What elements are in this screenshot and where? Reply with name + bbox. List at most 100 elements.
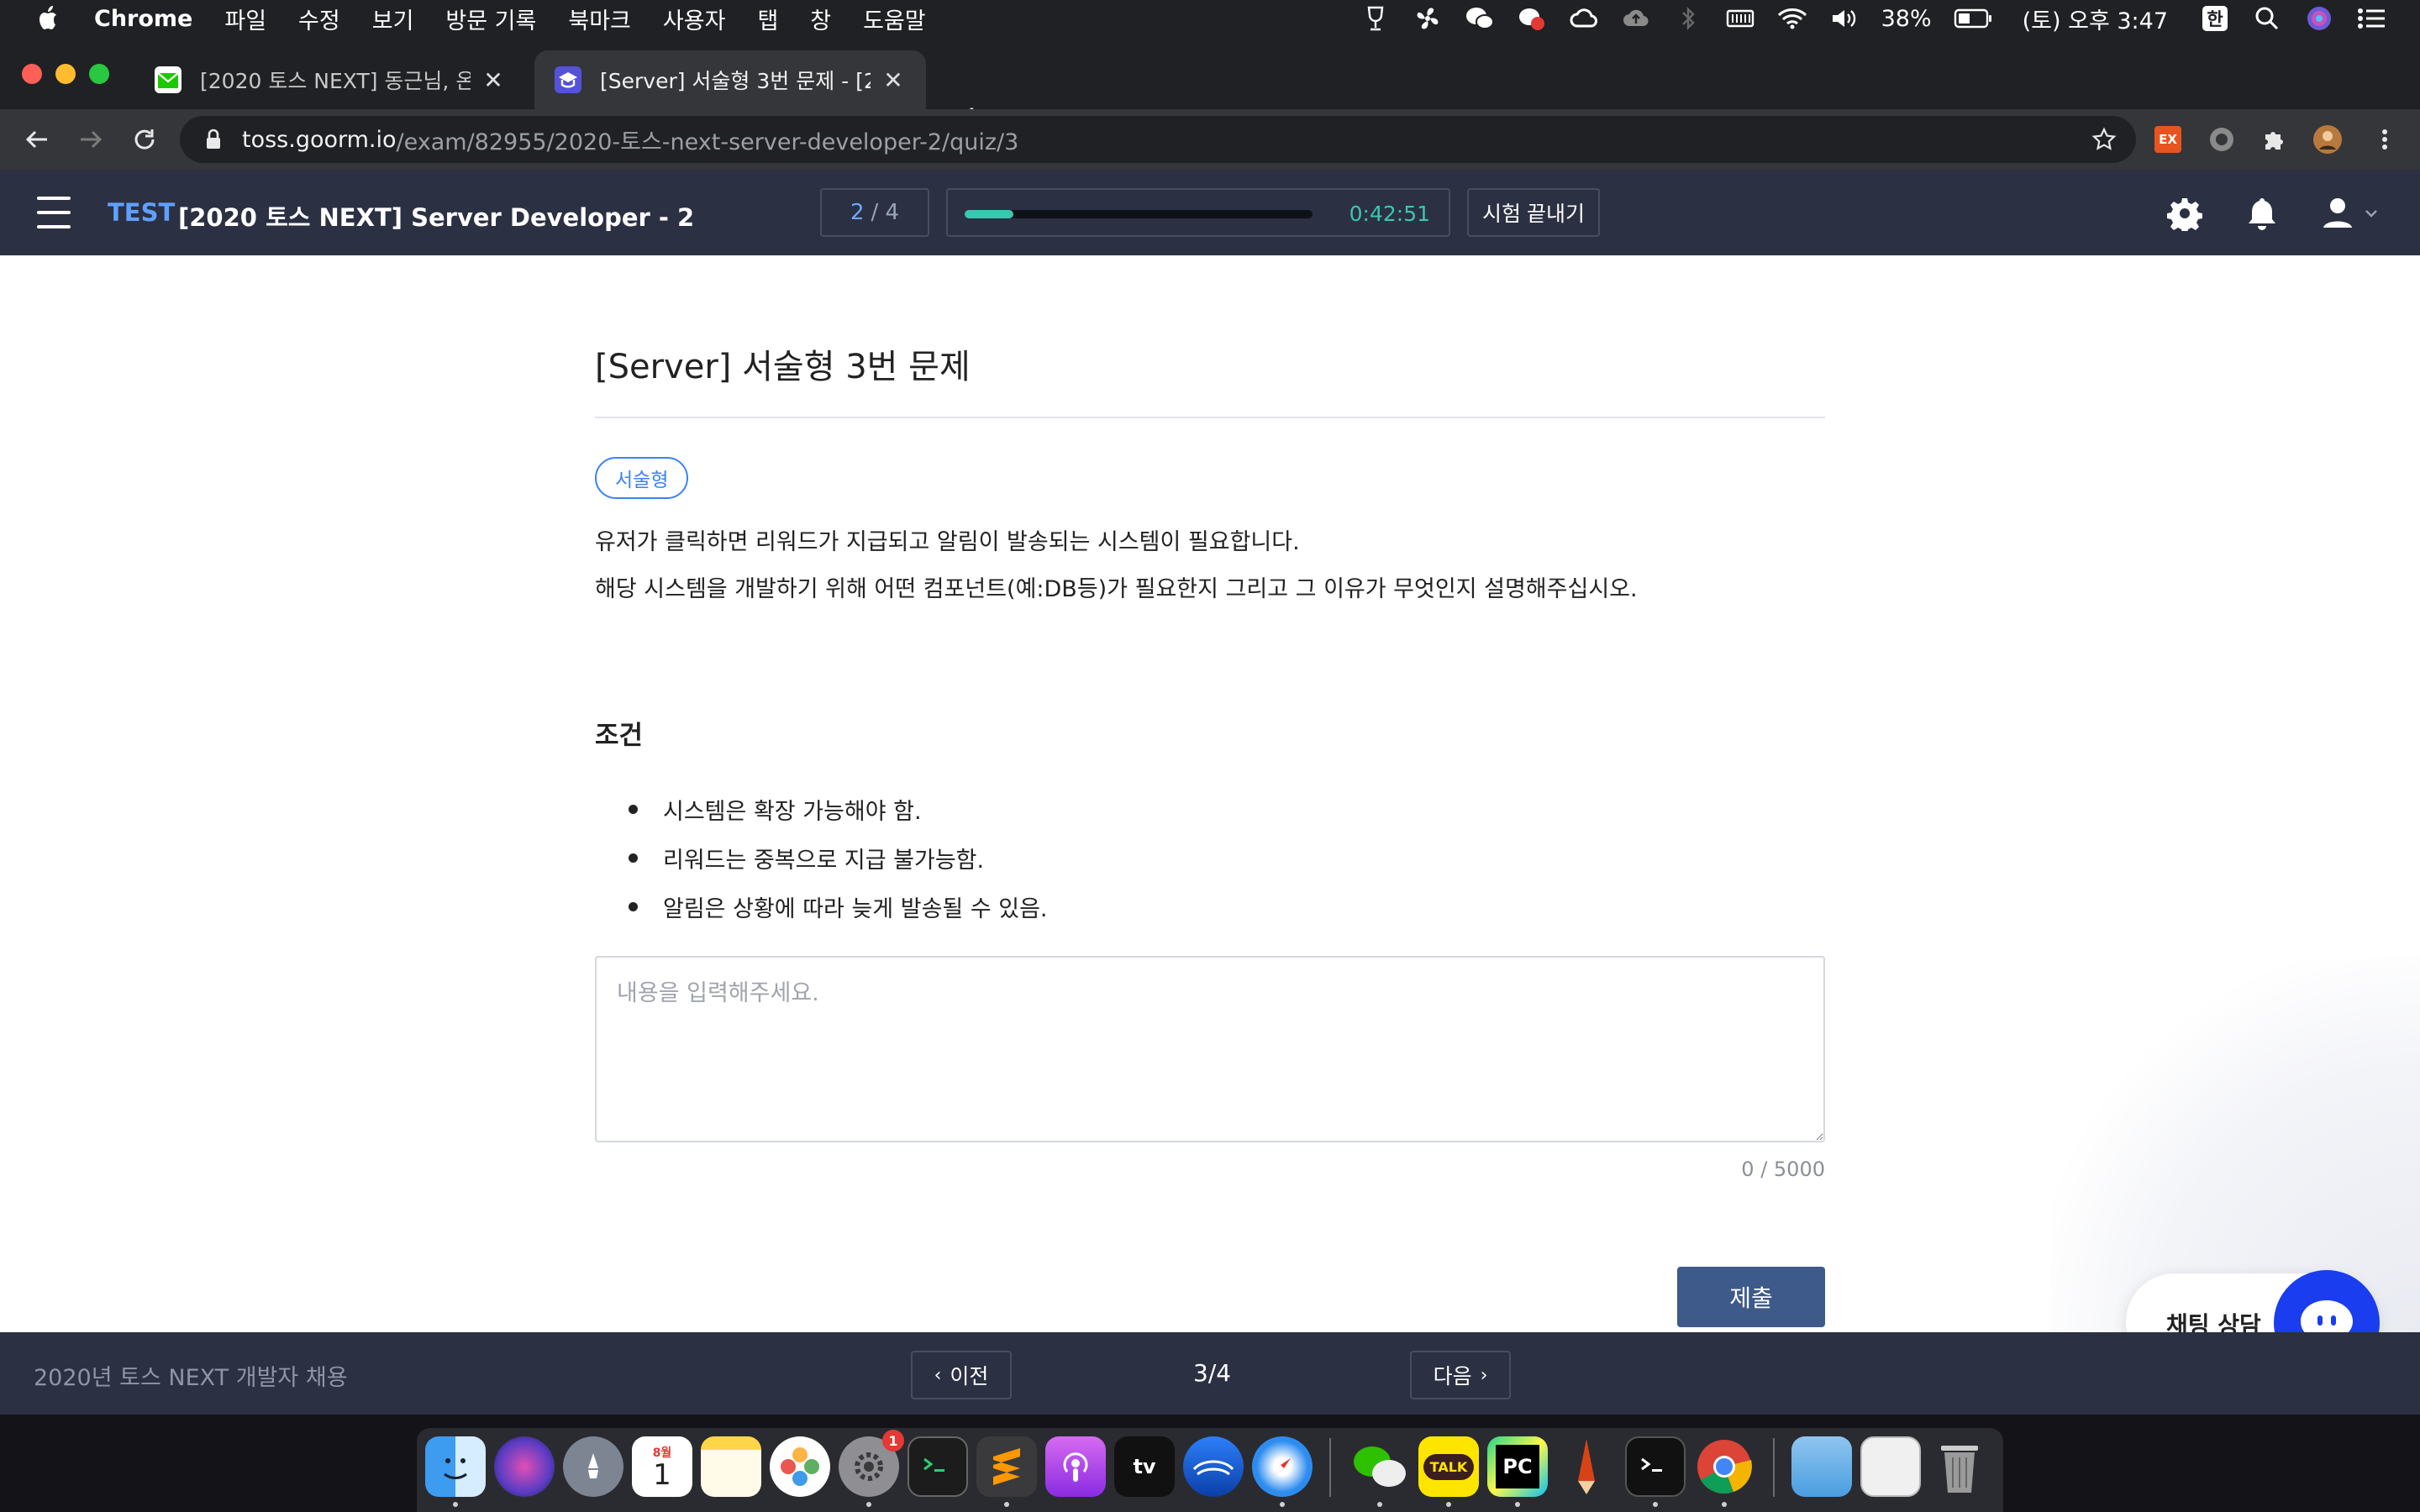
- forward-icon[interactable]: [76, 124, 106, 155]
- next-button[interactable]: 다음 ›: [1410, 1351, 1511, 1399]
- menu-file[interactable]: 파일: [224, 3, 266, 35]
- folder-icon[interactable]: [1791, 1436, 1852, 1497]
- description-line: 해당 시스템을 개발하기 위해 어떤 컴포넌트(예:DB등)가 필요한지 그리고…: [595, 576, 1638, 602]
- character-count: 0 / 5000: [1741, 1158, 1825, 1181]
- exam-footer: 2020년 토스 NEXT 개발자 채용 ‹ 이전 3/4 다음 ›: [0, 1332, 2420, 1415]
- conditions-list: 시스템은 확장 가능해야 함. 리워드는 중복으로 지급 불가능함. 알림은 상…: [629, 785, 1048, 931]
- question-type-badge: 서술형: [595, 457, 689, 499]
- running-indicator: [453, 1502, 458, 1507]
- siri-app-icon[interactable]: [494, 1436, 555, 1497]
- launchpad-icon[interactable]: [563, 1436, 623, 1497]
- prev-label: 이전: [950, 1364, 989, 1389]
- page-indicator: 3/4: [1193, 1359, 1232, 1387]
- answer-textarea[interactable]: [595, 956, 1825, 1142]
- chrome-app-icon[interactable]: [1694, 1436, 1754, 1497]
- memory-icon[interactable]: [1725, 3, 1755, 34]
- extension-ex-icon[interactable]: EX: [2153, 124, 2183, 155]
- input-method-icon[interactable]: 한: [2200, 3, 2230, 34]
- trash-icon[interactable]: [1929, 1436, 1990, 1497]
- fan-icon[interactable]: [1413, 3, 1443, 34]
- volume-icon[interactable]: [1829, 3, 1860, 34]
- iterm-icon[interactable]: [908, 1436, 968, 1497]
- apple-tv-icon[interactable]: tv: [1114, 1436, 1175, 1497]
- menubar-app-name[interactable]: Chrome: [94, 6, 192, 32]
- window-minimize-button[interactable]: [55, 64, 76, 84]
- menu-view[interactable]: 보기: [372, 3, 414, 35]
- podcasts-icon[interactable]: [1045, 1436, 1106, 1497]
- siri-icon[interactable]: [2304, 3, 2334, 34]
- apple-icon[interactable]: [34, 3, 64, 34]
- wechat-icon[interactable]: [1465, 3, 1495, 34]
- photos-icon[interactable]: [770, 1436, 830, 1497]
- question-current: 2: [850, 200, 865, 225]
- running-indicator: [1446, 1502, 1451, 1507]
- clock[interactable]: (토) 오후 3:47: [2023, 3, 2168, 35]
- question-title: [Server] 서술형 3번 문제: [595, 348, 971, 386]
- browser-app-icon[interactable]: [1183, 1436, 1244, 1497]
- creative-cloud-icon[interactable]: [1569, 3, 1599, 34]
- menu-window[interactable]: 창: [810, 3, 831, 35]
- bluetooth-icon[interactable]: [1673, 3, 1703, 34]
- window-zoom-button[interactable]: [89, 64, 109, 84]
- pencil-app-icon[interactable]: [1556, 1436, 1617, 1497]
- extensions-puzzle-icon[interactable]: [2259, 124, 2289, 155]
- footer-recruit-text: 2020년 토스 NEXT 개발자 채용: [34, 1365, 348, 1391]
- notification-badge: 1: [882, 1430, 904, 1452]
- terminal-icon[interactable]: [1625, 1436, 1686, 1497]
- window-close-button[interactable]: [22, 64, 42, 84]
- question-counter[interactable]: 2 / 4: [820, 188, 929, 237]
- kakaotalk-icon[interactable]: TALK: [1418, 1436, 1479, 1497]
- profile-avatar[interactable]: [2312, 124, 2343, 155]
- menu-tab[interactable]: 탭: [757, 3, 778, 35]
- goorm-icon: [555, 66, 581, 93]
- tab-close-icon[interactable]: ✕: [481, 66, 506, 94]
- tab-mail[interactable]: [2020 토스 NEXT] 동근님, 온라인 ✕: [134, 50, 526, 109]
- question-total: / 4: [871, 200, 900, 225]
- settings-gear-icon[interactable]: [2166, 195, 2203, 232]
- finder-icon[interactable]: [425, 1436, 486, 1497]
- tab-label: [Server] 서술형 3번 문제 - [2020: [600, 69, 871, 93]
- calendar-icon[interactable]: 8월 1: [632, 1436, 692, 1497]
- chat-notification-icon[interactable]: [1517, 3, 1547, 34]
- menu-history[interactable]: 방문 기록: [445, 3, 536, 35]
- lock-icon[interactable]: [202, 128, 225, 151]
- wechat-app-icon[interactable]: [1349, 1436, 1410, 1497]
- mail-icon: [155, 66, 182, 93]
- cloud-upload-icon[interactable]: [1621, 3, 1651, 34]
- document-window-icon[interactable]: [1860, 1436, 1921, 1497]
- macos-dock: 8월 1 1 tv TALK PC: [417, 1428, 2003, 1512]
- chrome-menu-icon[interactable]: [2370, 124, 2400, 155]
- address-bar[interactable]: toss.goorm.io/exam/82955/2020-토스-next-se…: [180, 116, 2136, 163]
- wifi-icon[interactable]: [1777, 3, 1807, 34]
- running-indicator: [866, 1502, 871, 1507]
- menu-bookmarks[interactable]: 북마크: [568, 3, 631, 35]
- submit-button[interactable]: 제출: [1677, 1267, 1825, 1327]
- url-host: toss.goorm.io: [242, 126, 397, 153]
- spotlight-search-icon[interactable]: [2252, 3, 2282, 34]
- sublime-text-icon[interactable]: [976, 1436, 1037, 1497]
- safari-icon[interactable]: [1252, 1436, 1313, 1497]
- bookmark-star-icon[interactable]: [2091, 126, 2118, 153]
- menu-people[interactable]: 사용자: [663, 3, 726, 35]
- extension-badge-icon[interactable]: [2207, 124, 2237, 155]
- battery-icon[interactable]: [1954, 3, 1992, 34]
- exam-title: [2020 토스 NEXT] Server Developer - 2: [178, 203, 695, 232]
- back-icon[interactable]: [22, 124, 52, 155]
- pycharm-icon[interactable]: PC: [1487, 1436, 1548, 1497]
- system-preferences-icon[interactable]: 1: [839, 1430, 904, 1497]
- browser-toolbar: toss.goorm.io/exam/82955/2020-토스-next-se…: [0, 109, 2420, 170]
- menu-hamburger-icon[interactable]: [37, 197, 71, 228]
- reload-icon[interactable]: [129, 124, 160, 155]
- prev-button[interactable]: ‹ 이전: [911, 1351, 1012, 1399]
- menu-edit[interactable]: 수정: [298, 3, 340, 35]
- running-indicator: [1377, 1502, 1382, 1507]
- tab-quiz[interactable]: [Server] 서술형 3번 문제 - [2020 ✕: [534, 50, 926, 109]
- notes-icon[interactable]: [701, 1436, 761, 1497]
- user-account-icon[interactable]: [2319, 195, 2383, 232]
- end-exam-button[interactable]: 시험 끝내기: [1467, 188, 1600, 237]
- menu-help[interactable]: 도움말: [863, 3, 926, 35]
- tab-close-icon[interactable]: ✕: [881, 66, 906, 94]
- notification-bell-icon[interactable]: [2244, 195, 2281, 232]
- wine-glass-icon[interactable]: [1360, 3, 1391, 34]
- notification-center-icon[interactable]: [2356, 3, 2386, 34]
